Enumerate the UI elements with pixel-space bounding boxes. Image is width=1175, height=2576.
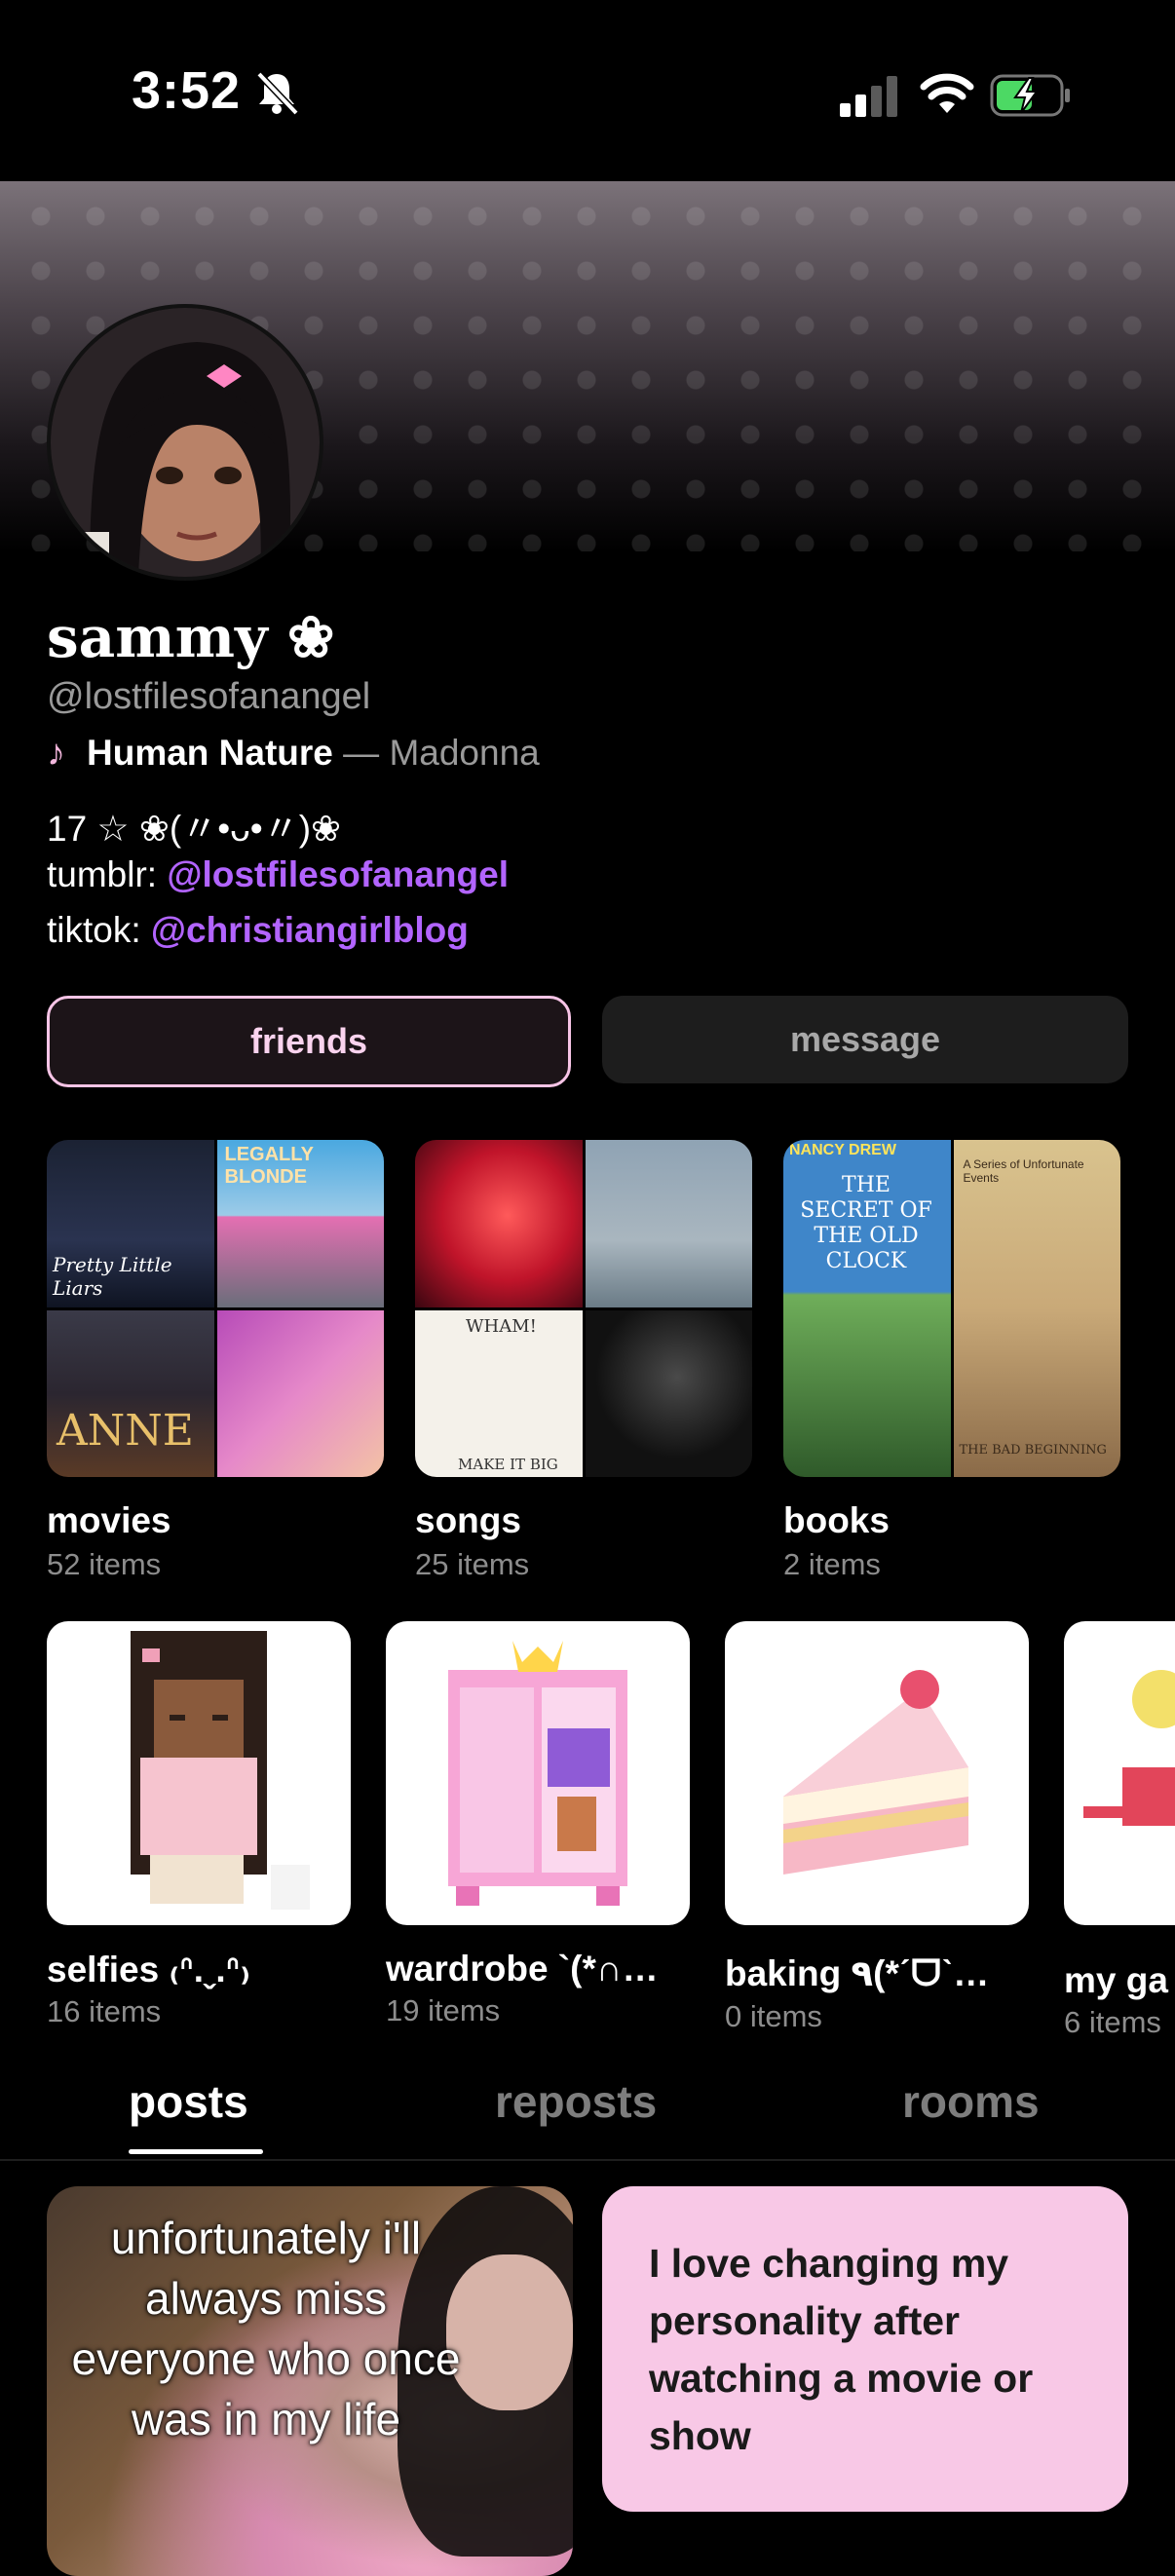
song-separator: — bbox=[332, 733, 390, 773]
cover-tile bbox=[585, 1140, 752, 1307]
bio-tiktok: tiktok: @christiangirlblog bbox=[47, 910, 469, 951]
cover-text: MAKE IT BIG bbox=[458, 1456, 558, 1473]
post-photo-card[interactable]: unfortunately i'll always miss everyone … bbox=[47, 2186, 573, 2576]
cover-text: LEGALLY BLONDE bbox=[224, 1144, 314, 1188]
friends-button[interactable]: friends bbox=[47, 996, 571, 1087]
collection-baking[interactable]: baking ٩(*ˊᗜˋ… 0 items bbox=[725, 1621, 1029, 2034]
collection-cover bbox=[47, 1621, 351, 1925]
avatar[interactable] bbox=[47, 304, 323, 581]
cover-text: THE BAD BEGINNING bbox=[959, 1443, 1107, 1458]
song-title: Human Nature bbox=[87, 733, 333, 773]
cover-tile bbox=[216, 1309, 384, 1477]
collection-books[interactable]: NANCY DREW THE SECRET OF THE OLD CLOCK A… bbox=[783, 1140, 1120, 1582]
collection-movies[interactable]: Pretty Little Liars LEGALLY BLONDE ANNE … bbox=[47, 1140, 384, 1582]
collection-cover bbox=[725, 1621, 1029, 1925]
collection-title: wardrobe `(*∩… bbox=[386, 1949, 659, 1989]
cellular-signal-icon bbox=[840, 76, 897, 117]
collection-title: selfies ₍ᐢ.ˬ.ᐢ₎ bbox=[47, 1950, 250, 1989]
cover-text: Pretty Little Liars bbox=[53, 1252, 172, 1300]
collection-cover: Pretty Little Liars LEGALLY BLONDE ANNE bbox=[47, 1140, 384, 1477]
tiktok-link[interactable]: @christiangirlblog bbox=[151, 910, 469, 950]
tiktok-label: tiktok: bbox=[47, 910, 151, 950]
collection-title: baking ٩(*ˊᗜˋ… bbox=[725, 1953, 990, 1993]
collection-wardrobe[interactable]: wardrobe `(*∩… 19 items bbox=[386, 1621, 690, 2028]
cover-tile: A Series of Unfortunate Events THE BAD B… bbox=[953, 1140, 1120, 1477]
cover-text: THE SECRET OF THE OLD CLOCK bbox=[800, 1173, 932, 1273]
pixel-watering-can-icon bbox=[1083, 1670, 1175, 1826]
cover-tile: LEGALLY BLONDE bbox=[216, 1140, 384, 1307]
wifi-icon bbox=[920, 73, 974, 113]
profile-song[interactable]: ♪ Human Nature — Madonna bbox=[47, 733, 540, 775]
collection-count: 19 items bbox=[386, 1993, 501, 2027]
collection-selfies[interactable]: selfies ₍ᐢ.ˬ.ᐢ₎ 16 items bbox=[47, 1621, 351, 2029]
bio-line: 17 ☆ ❀(〃•ᴗ•〃)❀ bbox=[47, 809, 342, 849]
cover-tile: Pretty Little Liars bbox=[47, 1140, 214, 1307]
post-text-card[interactable]: I love changing my personality after wat… bbox=[602, 2186, 1128, 2512]
collection-count: 6 items bbox=[1064, 2005, 1161, 2039]
collection-count: 0 items bbox=[725, 1999, 822, 2033]
cover-tile: ANNE bbox=[47, 1309, 214, 1477]
post-text: I love changing my personality after wat… bbox=[649, 2241, 1034, 2458]
pixel-girl-icon bbox=[131, 1631, 310, 1910]
avatar-image bbox=[51, 308, 320, 577]
collection-count: 16 items bbox=[47, 1994, 162, 2028]
display-name: sammy ❀ bbox=[47, 604, 335, 670]
cover-text: ANNE bbox=[57, 1406, 194, 1456]
collection-title: movies bbox=[47, 1500, 171, 1540]
cover-tile bbox=[585, 1309, 752, 1477]
cover-text: WHAM! bbox=[466, 1315, 537, 1337]
collection-songs[interactable]: WHAM! MAKE IT BIG songs 25 items bbox=[415, 1140, 752, 1582]
music-note-icon: ♪ bbox=[47, 733, 65, 774]
pixel-cake-icon bbox=[783, 1670, 968, 1875]
tab-reposts[interactable]: reposts bbox=[495, 2075, 657, 2128]
battery-charging-icon bbox=[990, 74, 1070, 117]
collection-title: books bbox=[783, 1500, 890, 1540]
collection-count: 52 items bbox=[47, 1547, 162, 1581]
collection-title: my ga bbox=[1064, 1960, 1168, 2000]
collection-count: 25 items bbox=[415, 1547, 530, 1581]
song-artist: — Madonna bbox=[333, 733, 540, 773]
collection-cover bbox=[1064, 1621, 1175, 1925]
username-handle: @lostfilesofanangel bbox=[47, 676, 371, 717]
tab-divider bbox=[0, 2159, 1175, 2161]
bio-tumblr: tumblr: @lostfilesofanangel bbox=[47, 854, 509, 895]
collection-cover: NANCY DREW THE SECRET OF THE OLD CLOCK A… bbox=[783, 1140, 1120, 1477]
active-tab-indicator bbox=[129, 2149, 263, 2154]
collection-count: 2 items bbox=[783, 1547, 881, 1581]
tumblr-label: tumblr: bbox=[47, 854, 168, 894]
collection-title: songs bbox=[415, 1500, 521, 1540]
collection-cover bbox=[386, 1621, 690, 1925]
song-artist-name: Madonna bbox=[389, 733, 540, 773]
cover-text: NANCY DREW bbox=[789, 1142, 896, 1158]
tumblr-link[interactable]: @lostfilesofanangel bbox=[167, 854, 509, 894]
post-photo-caption: unfortunately i'll always miss everyone … bbox=[71, 2213, 461, 2444]
cover-tile: WHAM! MAKE IT BIG bbox=[415, 1309, 583, 1477]
status-time: 3:52 bbox=[132, 61, 242, 120]
pixel-wardrobe-icon bbox=[448, 1641, 627, 1906]
message-button[interactable]: message bbox=[602, 996, 1128, 1083]
tab-posts[interactable]: posts bbox=[129, 2075, 248, 2128]
cover-tile bbox=[415, 1140, 583, 1307]
collection-cover: WHAM! MAKE IT BIG bbox=[415, 1140, 752, 1477]
bell-muted-icon bbox=[256, 71, 299, 116]
tab-rooms[interactable]: rooms bbox=[902, 2075, 1040, 2128]
cover-tile: NANCY DREW THE SECRET OF THE OLD CLOCK bbox=[783, 1140, 951, 1477]
cover-text: A Series of Unfortunate Events bbox=[963, 1157, 1084, 1185]
collection-garden[interactable]: my ga 6 items bbox=[1064, 1621, 1175, 2040]
